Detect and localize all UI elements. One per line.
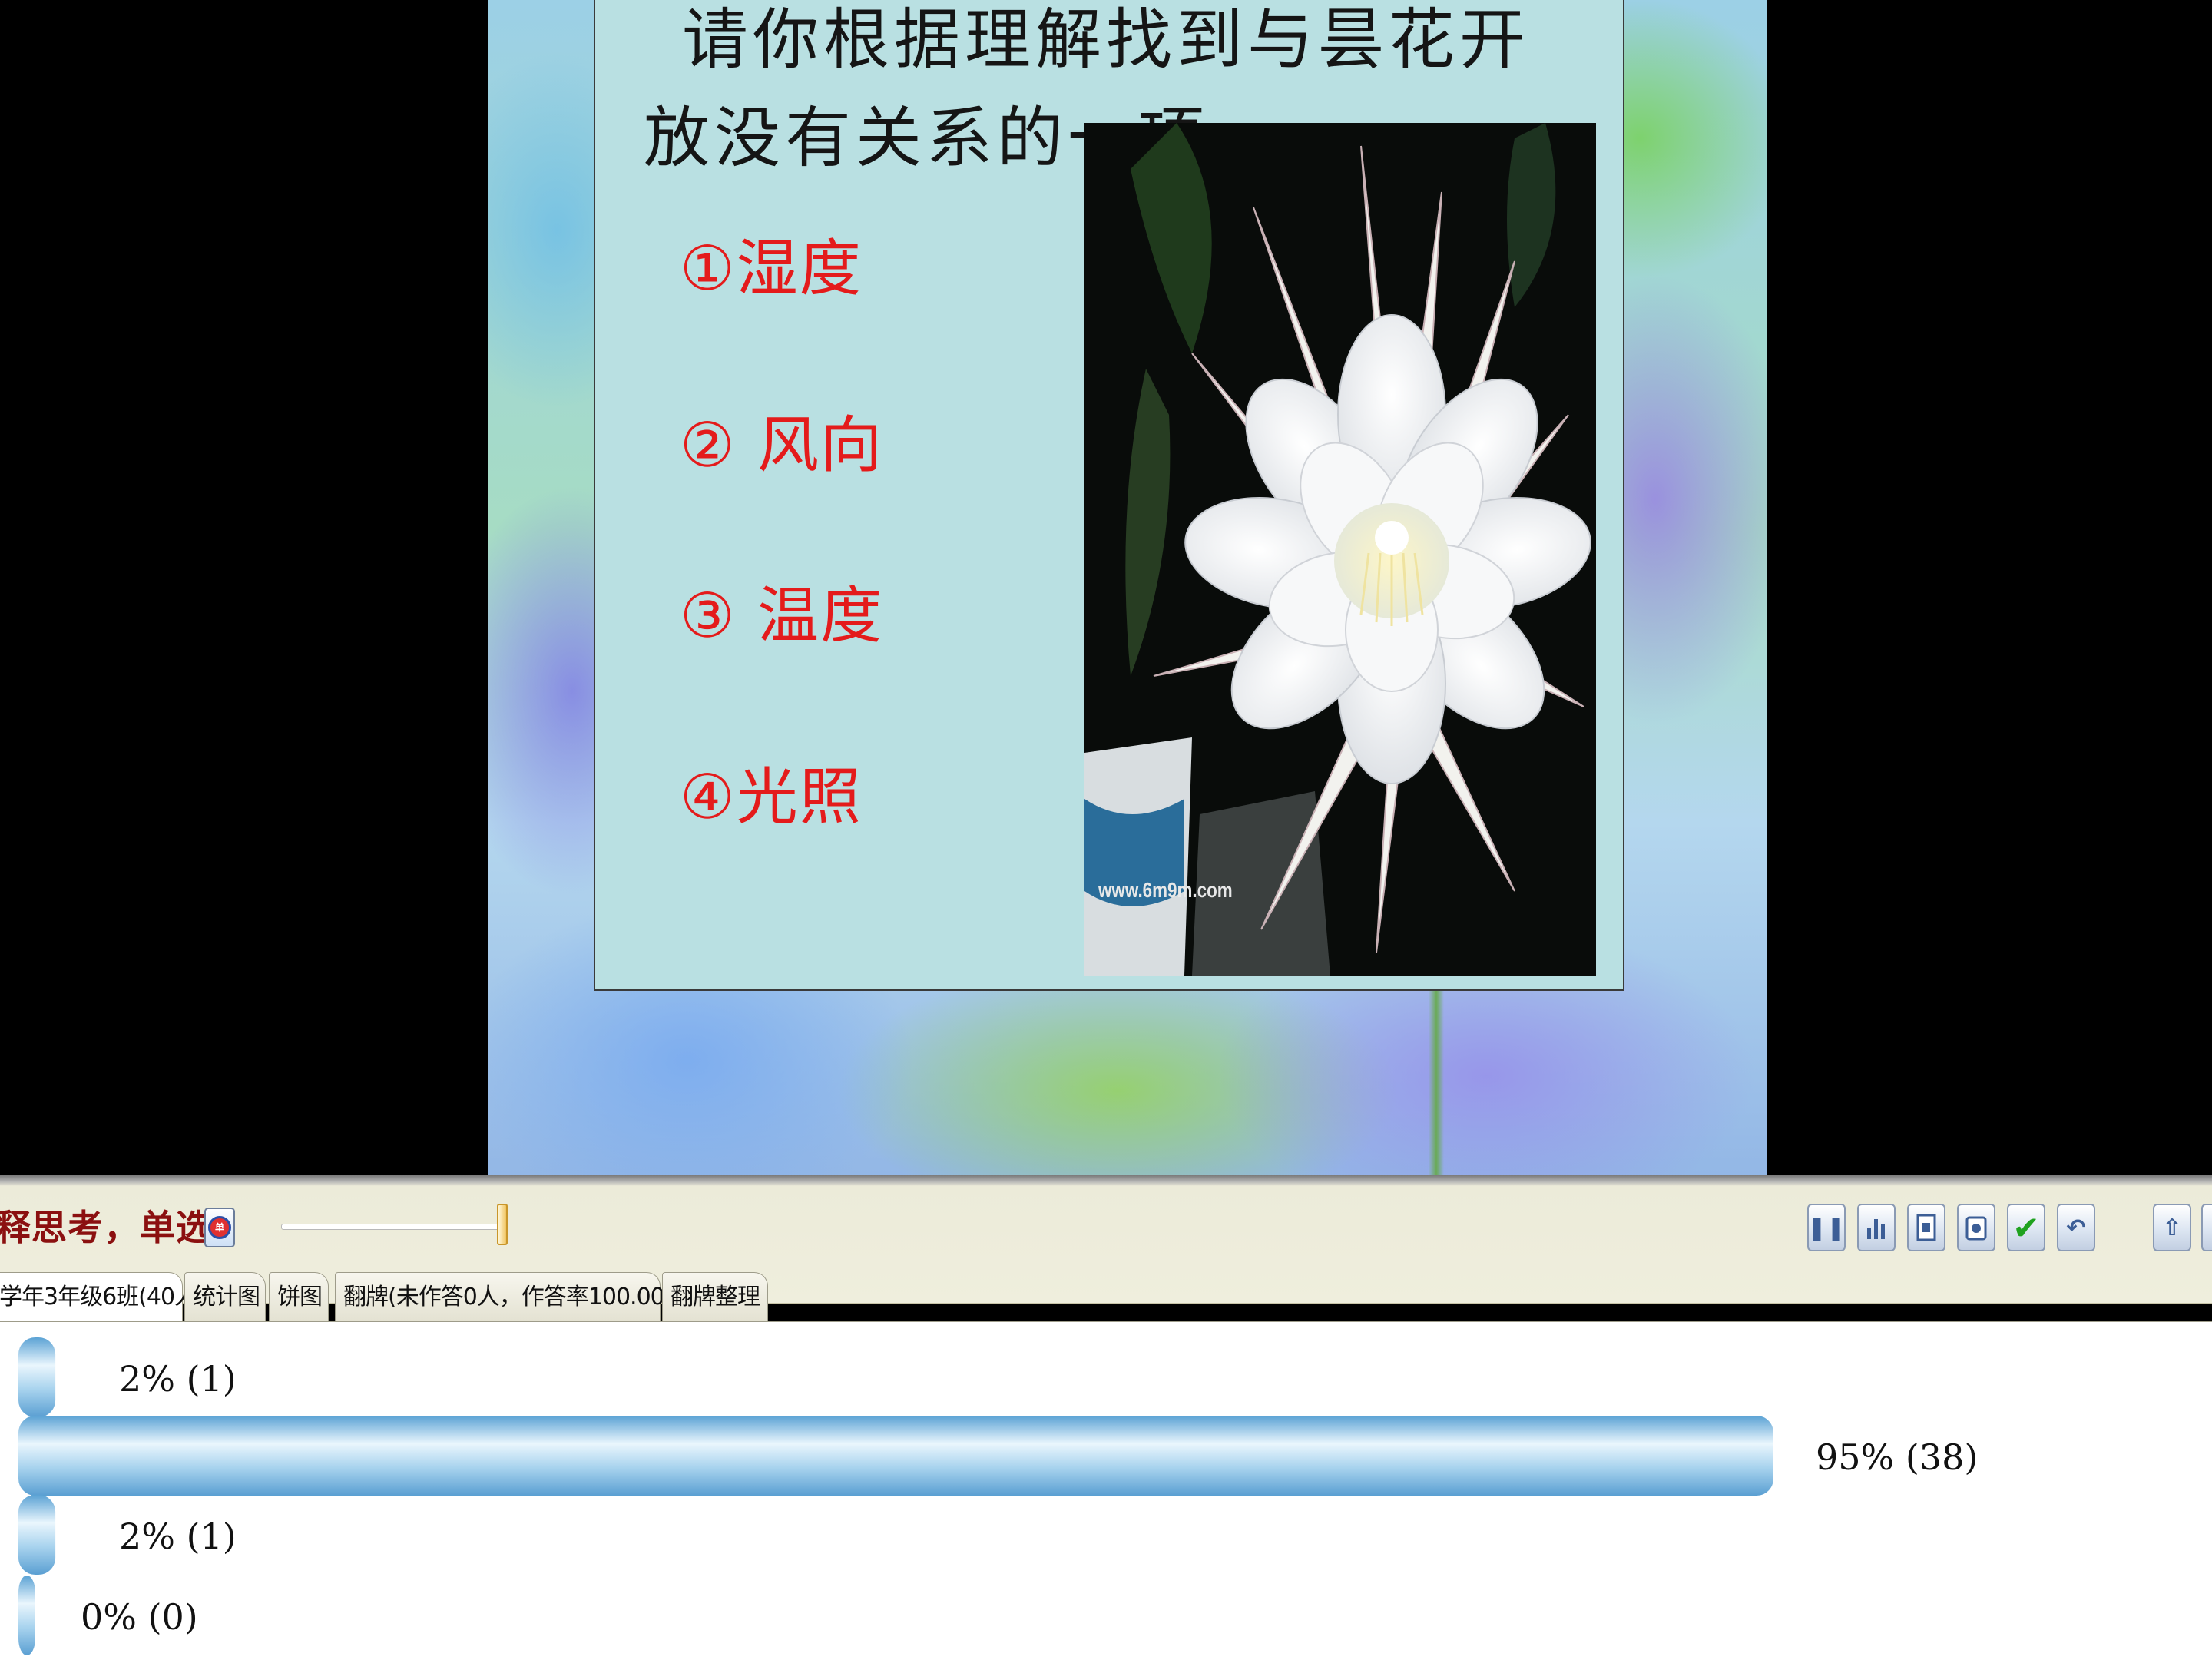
tab-flip-sort[interactable]: 翻牌整理: [662, 1272, 768, 1321]
result-bar-2: [18, 1416, 1773, 1496]
pause-button[interactable]: ❚❚: [1807, 1204, 1846, 1251]
epiphyllum-flower-photo: www.6m9m.com: [1084, 123, 1596, 976]
next-page-button[interactable]: ⇩: [2201, 1204, 2212, 1251]
results-bar-chart: 2% (1) 95% (38) 2% (1) 0% (0): [18, 1337, 1978, 1655]
tab-flip-cards[interactable]: 翻牌(未作答0人，作答率100.00%: [335, 1272, 686, 1321]
slide-stage: 请你根据理解找到与昙花开放没有关系的一项。 ①湿度 ② 风向 ③ 温度 ④光照: [0, 0, 2212, 1175]
result-label-2: 95% (38): [1816, 1436, 1978, 1478]
photo-watermark: www.6m9m.com: [1098, 878, 1233, 902]
checkmark-icon: ✔: [2012, 1208, 2040, 1247]
result-bar-4: [18, 1576, 35, 1655]
option-3: ③ 温度: [680, 580, 884, 651]
bar-chart-icon: [1867, 1219, 1885, 1239]
display-icon: [1916, 1214, 1936, 1241]
background-stem: [1429, 991, 1444, 1175]
result-bar-1: [18, 1337, 56, 1417]
undo-icon: ↶: [2066, 1214, 2086, 1241]
result-label-3: 2% (1): [119, 1516, 237, 1557]
display-button[interactable]: [1907, 1204, 1945, 1251]
tab-statistics-chart[interactable]: 统计图: [184, 1272, 266, 1321]
page-prev-icon: ⇧: [2162, 1214, 2182, 1241]
results-chart: 2% (1) 95% (38) 2% (1) 0% (0): [0, 1321, 2212, 1660]
prev-page-button[interactable]: ⇧: [2153, 1204, 2191, 1251]
timer-slider-track[interactable]: [281, 1224, 505, 1230]
show-answer-button[interactable]: ✔: [2007, 1204, 2045, 1251]
tab-class[interactable]: 学年3年级6班(40人): [0, 1272, 206, 1321]
option-1: ①湿度: [680, 233, 863, 304]
option-4: ④光照: [680, 761, 863, 833]
single-choice-icon[interactable]: 单: [204, 1208, 235, 1247]
result-tabs: 学年3年级6班(40人) 统计图 饼图 翻牌(未作答0人，作答率100.00% …: [0, 1272, 2212, 1323]
camera-button[interactable]: [1957, 1204, 1995, 1251]
result-bar-3: [18, 1495, 56, 1575]
result-label-1: 2% (1): [119, 1358, 237, 1400]
stats-button[interactable]: [1857, 1204, 1896, 1251]
flower-illustration: [1084, 123, 1596, 976]
pause-icon: ❚❚: [1806, 1214, 1846, 1241]
question-type-label: 释思考，单选: [0, 1207, 212, 1248]
undo-button[interactable]: ↶: [2057, 1204, 2095, 1251]
tab-pie-chart[interactable]: 饼图: [269, 1272, 329, 1321]
option-2: ② 风向: [680, 409, 884, 481]
timer-slider-thumb[interactable]: [497, 1204, 508, 1245]
result-label-4: 0% (0): [81, 1596, 198, 1638]
camera-icon: [1965, 1216, 1987, 1241]
